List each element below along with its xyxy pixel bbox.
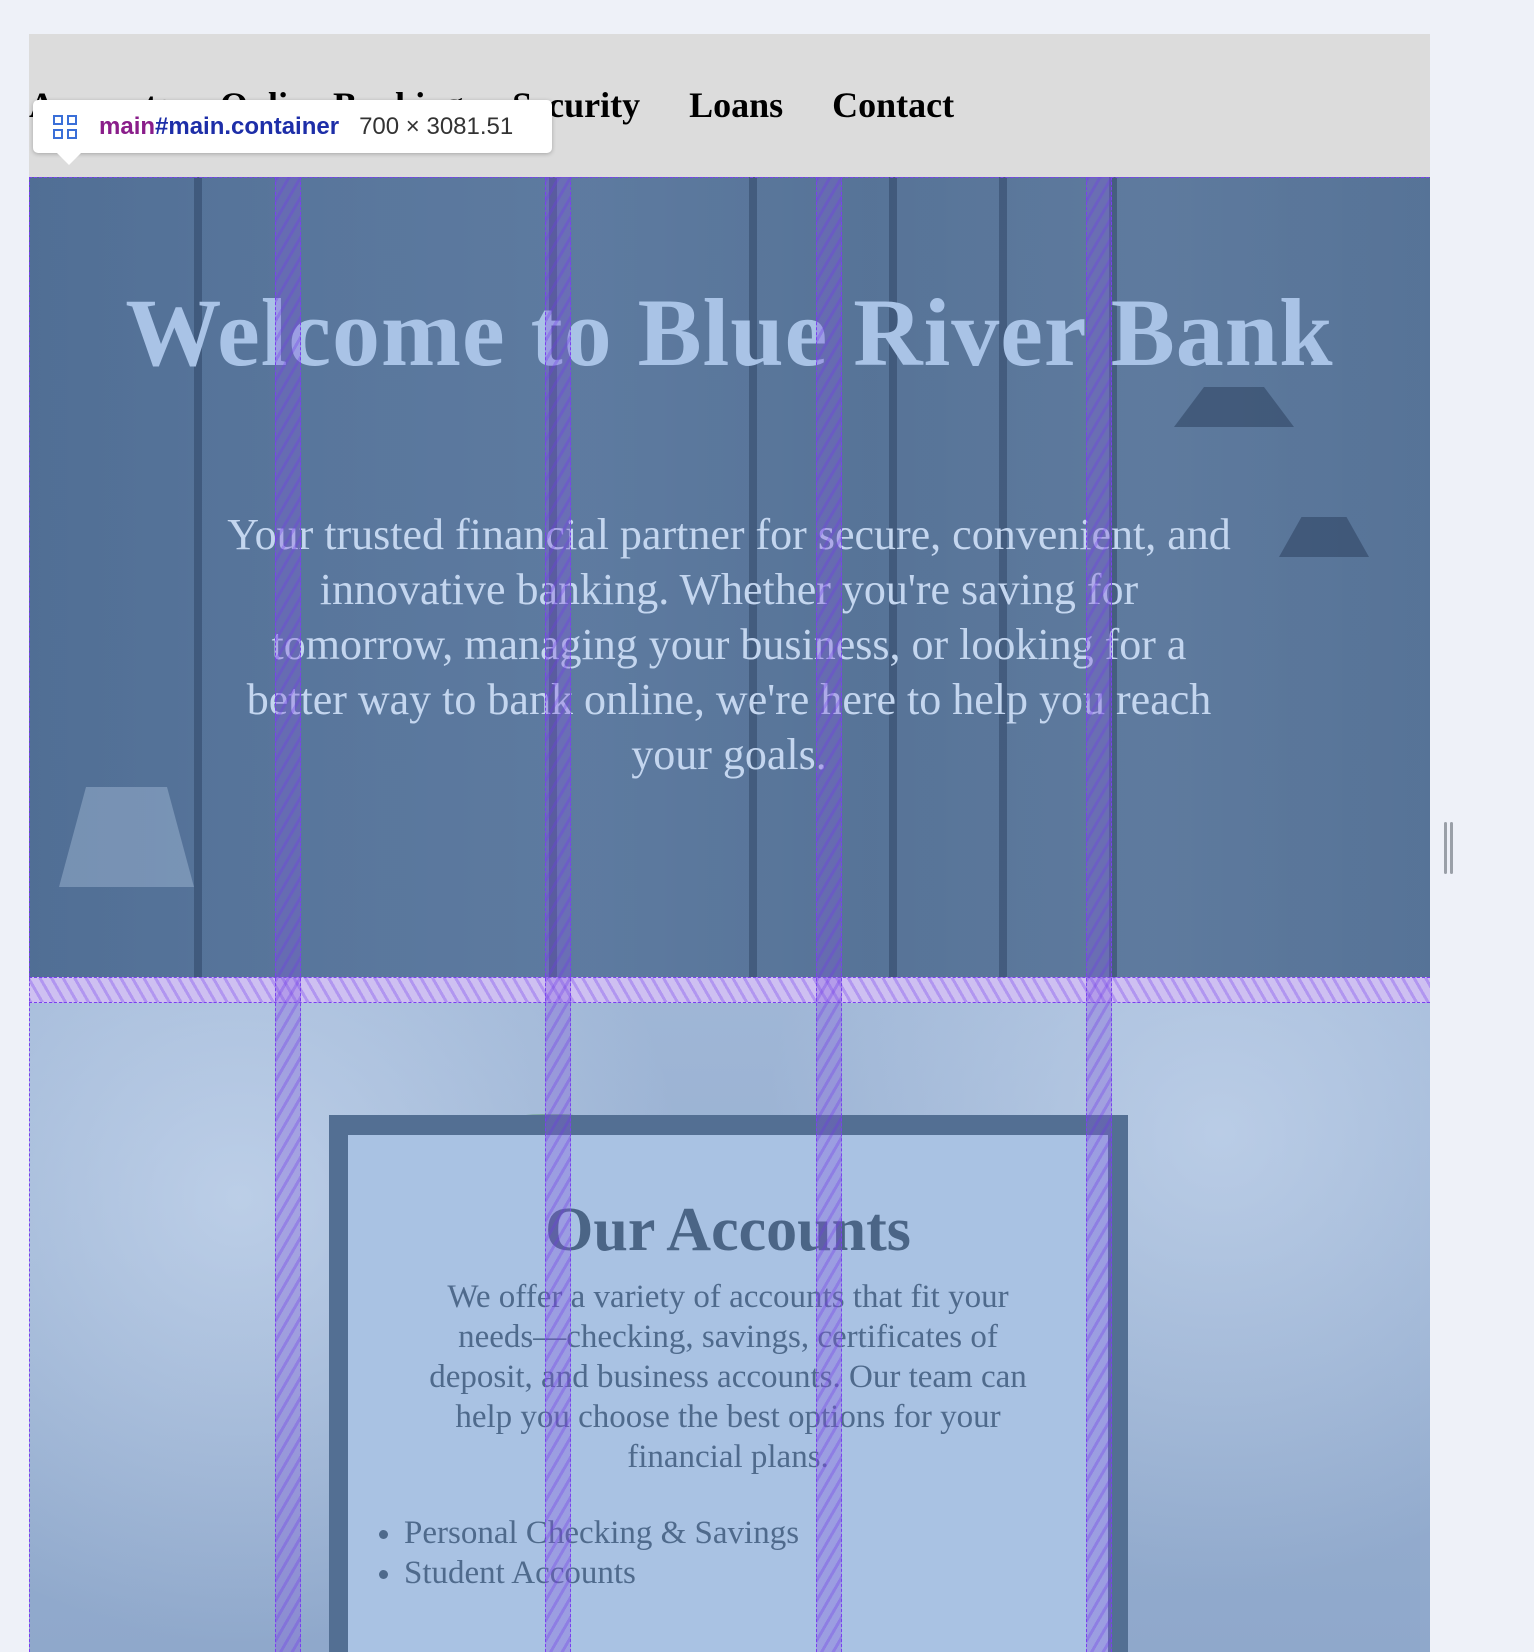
devtools-element-tooltip: main#main.container 700 × 3081.51 bbox=[33, 100, 552, 165]
tooltip-tag: main bbox=[99, 112, 156, 140]
tooltip-id-class: #main.container bbox=[155, 112, 340, 140]
list-item: Student Accounts bbox=[404, 1553, 799, 1593]
resize-grip-bar bbox=[1449, 822, 1453, 874]
tooltip-dimensions: 700 × 3081.51 bbox=[359, 112, 514, 140]
tooltip-selector: main#main.container bbox=[99, 113, 339, 141]
accounts-list: Personal Checking & Savings Student Acco… bbox=[376, 1513, 799, 1593]
resize-handle[interactable] bbox=[1443, 822, 1453, 874]
grid-row-gap bbox=[29, 977, 1430, 1003]
page-frame: Accounts Online Banking Security Loans C… bbox=[29, 34, 1430, 1652]
hero-section: Welcome to Blue River Bank Your trusted … bbox=[29, 177, 1430, 977]
list-item: Personal Checking & Savings bbox=[404, 1513, 799, 1553]
hero-text: Your trusted financial partner for secur… bbox=[227, 510, 1231, 779]
grid-column-gap bbox=[816, 177, 842, 1652]
hero-bg-lamp bbox=[1174, 387, 1294, 427]
resize-grip-bar bbox=[1443, 822, 1447, 874]
hero-bg-lamp bbox=[1279, 517, 1369, 557]
grid-column-gap bbox=[275, 177, 301, 1652]
accounts-text: We offer a variety of accounts that fit … bbox=[429, 1279, 1027, 1475]
nav-item-loans[interactable]: Loans bbox=[689, 84, 783, 126]
hero-title: Welcome to Blue River Bank bbox=[125, 279, 1334, 386]
grid-column-gap bbox=[545, 177, 571, 1652]
grid-column-gap bbox=[1086, 177, 1112, 1652]
page-viewport: Accounts Online Banking Security Loans C… bbox=[29, 34, 1430, 1652]
accounts-title: Our Accounts bbox=[545, 1196, 911, 1264]
accounts-card: Our Accounts We offer a variety of accou… bbox=[348, 1135, 1108, 1652]
nav-item-contact[interactable]: Contact bbox=[832, 84, 954, 126]
hero-bg-floor-lamp bbox=[59, 787, 194, 887]
grid-layout-icon bbox=[53, 114, 77, 139]
